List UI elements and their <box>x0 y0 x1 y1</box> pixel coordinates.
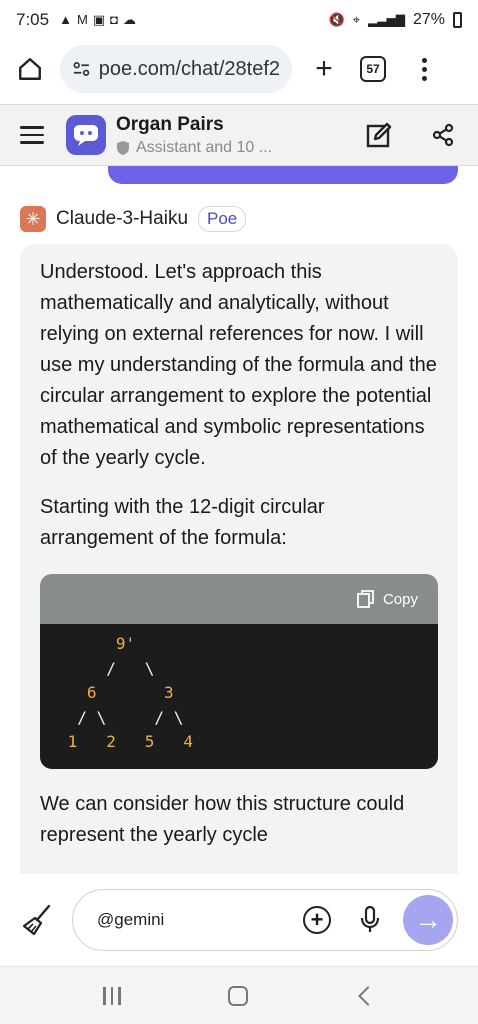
gmail-icon: M <box>76 12 88 27</box>
broom-icon <box>22 904 51 936</box>
hamburger-line <box>20 133 44 137</box>
previous-user-message <box>108 166 458 184</box>
bag-icon: ◘ <box>110 12 118 27</box>
recent-apps-button[interactable] <box>103 986 121 1005</box>
gallery-icon: ▣ <box>92 12 106 27</box>
copy-icon <box>357 590 374 608</box>
battery-icon <box>453 12 462 28</box>
site-settings-icon[interactable] <box>72 59 91 79</box>
shield-icon <box>117 140 129 155</box>
kebab-dot <box>421 66 427 72</box>
code-block-header: Copy <box>40 574 438 624</box>
hamburger-line <box>20 126 44 129</box>
address-bar[interactable]: poe.com/chat/28tef2 <box>60 45 292 93</box>
attach-button[interactable]: + <box>303 906 331 934</box>
edit-icon <box>366 122 392 148</box>
plus-icon: + <box>315 52 333 85</box>
url-text: poe.com/chat/28tef2 <box>98 57 280 80</box>
browser-menu-button[interactable] <box>414 49 434 89</box>
share-button[interactable] <box>428 120 458 150</box>
code-line: / \ / \ <box>77 707 184 727</box>
share-icon <box>432 123 454 147</box>
bot-message-bubble: Understood. Let's approach this mathemat… <box>20 244 458 874</box>
code-line: / \ <box>106 658 155 678</box>
poe-badge: Poe <box>198 206 247 232</box>
system-navigation-bar <box>0 966 478 1024</box>
code-line: 6 3 <box>86 683 174 702</box>
status-bar: 7:05 ▲ M ▣ ◘ ☁ 🔇 ⌖ ▂▃▅▇ 27% <box>0 0 478 40</box>
notification-icons: ▲ M ▣ ◘ ☁ <box>59 12 136 28</box>
status-time: 7:05 <box>16 10 50 29</box>
home-nav-button[interactable] <box>227 985 248 1006</box>
code-block-body: 9' / \ 6 3 / \ / \ 1 2 5 4 <box>40 624 438 769</box>
menu-button[interactable] <box>20 126 44 144</box>
group-chat-avatar[interactable] <box>66 115 106 155</box>
clear-context-button[interactable] <box>20 903 54 937</box>
chat-header: Organ Pairs Assistant and 10 ... <box>0 104 478 166</box>
chat-title-block[interactable]: Organ Pairs Assistant and 10 ... <box>116 114 272 157</box>
arrow-right-icon: → <box>414 904 442 935</box>
signal-icon: ▂▃▅▇ <box>368 13 405 27</box>
message-sender-row: ✳ Claude-3-Haiku Poe <box>20 206 247 232</box>
kebab-dot <box>421 57 427 63</box>
chat-bubble-icon <box>74 125 98 146</box>
message-paragraph: Starting with the 12-digit circular arra… <box>40 496 325 549</box>
edit-button[interactable] <box>364 120 394 150</box>
chat-thread[interactable]: ✳ Claude-3-Haiku Poe Understood. Let's a… <box>0 166 478 874</box>
chat-title: Organ Pairs <box>116 113 224 135</box>
code-content: 9' / \ 6 3 / \ / \ 1 2 5 4 <box>58 632 438 755</box>
status-left: 7:05 ▲ M ▣ ◘ ☁ <box>16 10 136 30</box>
new-tab-button[interactable]: + <box>306 49 342 89</box>
browser-toolbar: poe.com/chat/28tef2 + 57 <box>0 40 478 98</box>
chat-subtitle: Assistant and 10 ... <box>136 138 273 156</box>
home-icon <box>19 58 41 80</box>
cloud-icon: ☁ <box>122 12 136 27</box>
message-paragraph: Understood. Let's approach this mathemat… <box>40 261 437 469</box>
copy-button[interactable]: Copy <box>383 591 418 608</box>
location-icon: ⌖ <box>352 12 361 27</box>
tab-switcher-button[interactable]: 57 <box>360 56 386 82</box>
recents-bar <box>118 986 121 1005</box>
navigation-icon: ▲ <box>59 12 72 27</box>
recents-bar <box>103 986 106 1005</box>
message-composer: @gemini + → <box>0 874 478 966</box>
chat-subtitle-row: Assistant and 10 ... <box>116 139 272 157</box>
back-button[interactable] <box>357 985 378 1006</box>
hamburger-line <box>20 141 44 144</box>
send-button[interactable]: → <box>403 895 453 945</box>
message-paragraph: We can consider how this structure could… <box>40 793 405 846</box>
status-right: 🔇 ⌖ ▂▃▅▇ 27% <box>329 11 462 29</box>
code-line: 9' <box>115 634 136 653</box>
sender-name[interactable]: Claude-3-Haiku <box>56 208 188 230</box>
claude-logo-icon[interactable]: ✳ <box>20 206 46 232</box>
plus-icon: + <box>310 907 324 932</box>
home-button[interactable] <box>10 49 50 89</box>
code-line: 1 2 5 4 <box>67 732 193 751</box>
message-input[interactable]: @gemini + → <box>72 889 458 951</box>
voice-input-button[interactable] <box>357 905 383 935</box>
microphone-icon <box>360 906 380 932</box>
code-block: Copy 9' / \ 6 3 / \ / \ 1 2 5 4 <box>40 574 438 769</box>
kebab-dot <box>421 75 427 81</box>
mute-icon: 🔇 <box>328 12 345 27</box>
recents-bar <box>110 986 114 1005</box>
battery-percent: 27% <box>412 11 445 28</box>
message-input-value[interactable]: @gemini <box>97 910 303 930</box>
